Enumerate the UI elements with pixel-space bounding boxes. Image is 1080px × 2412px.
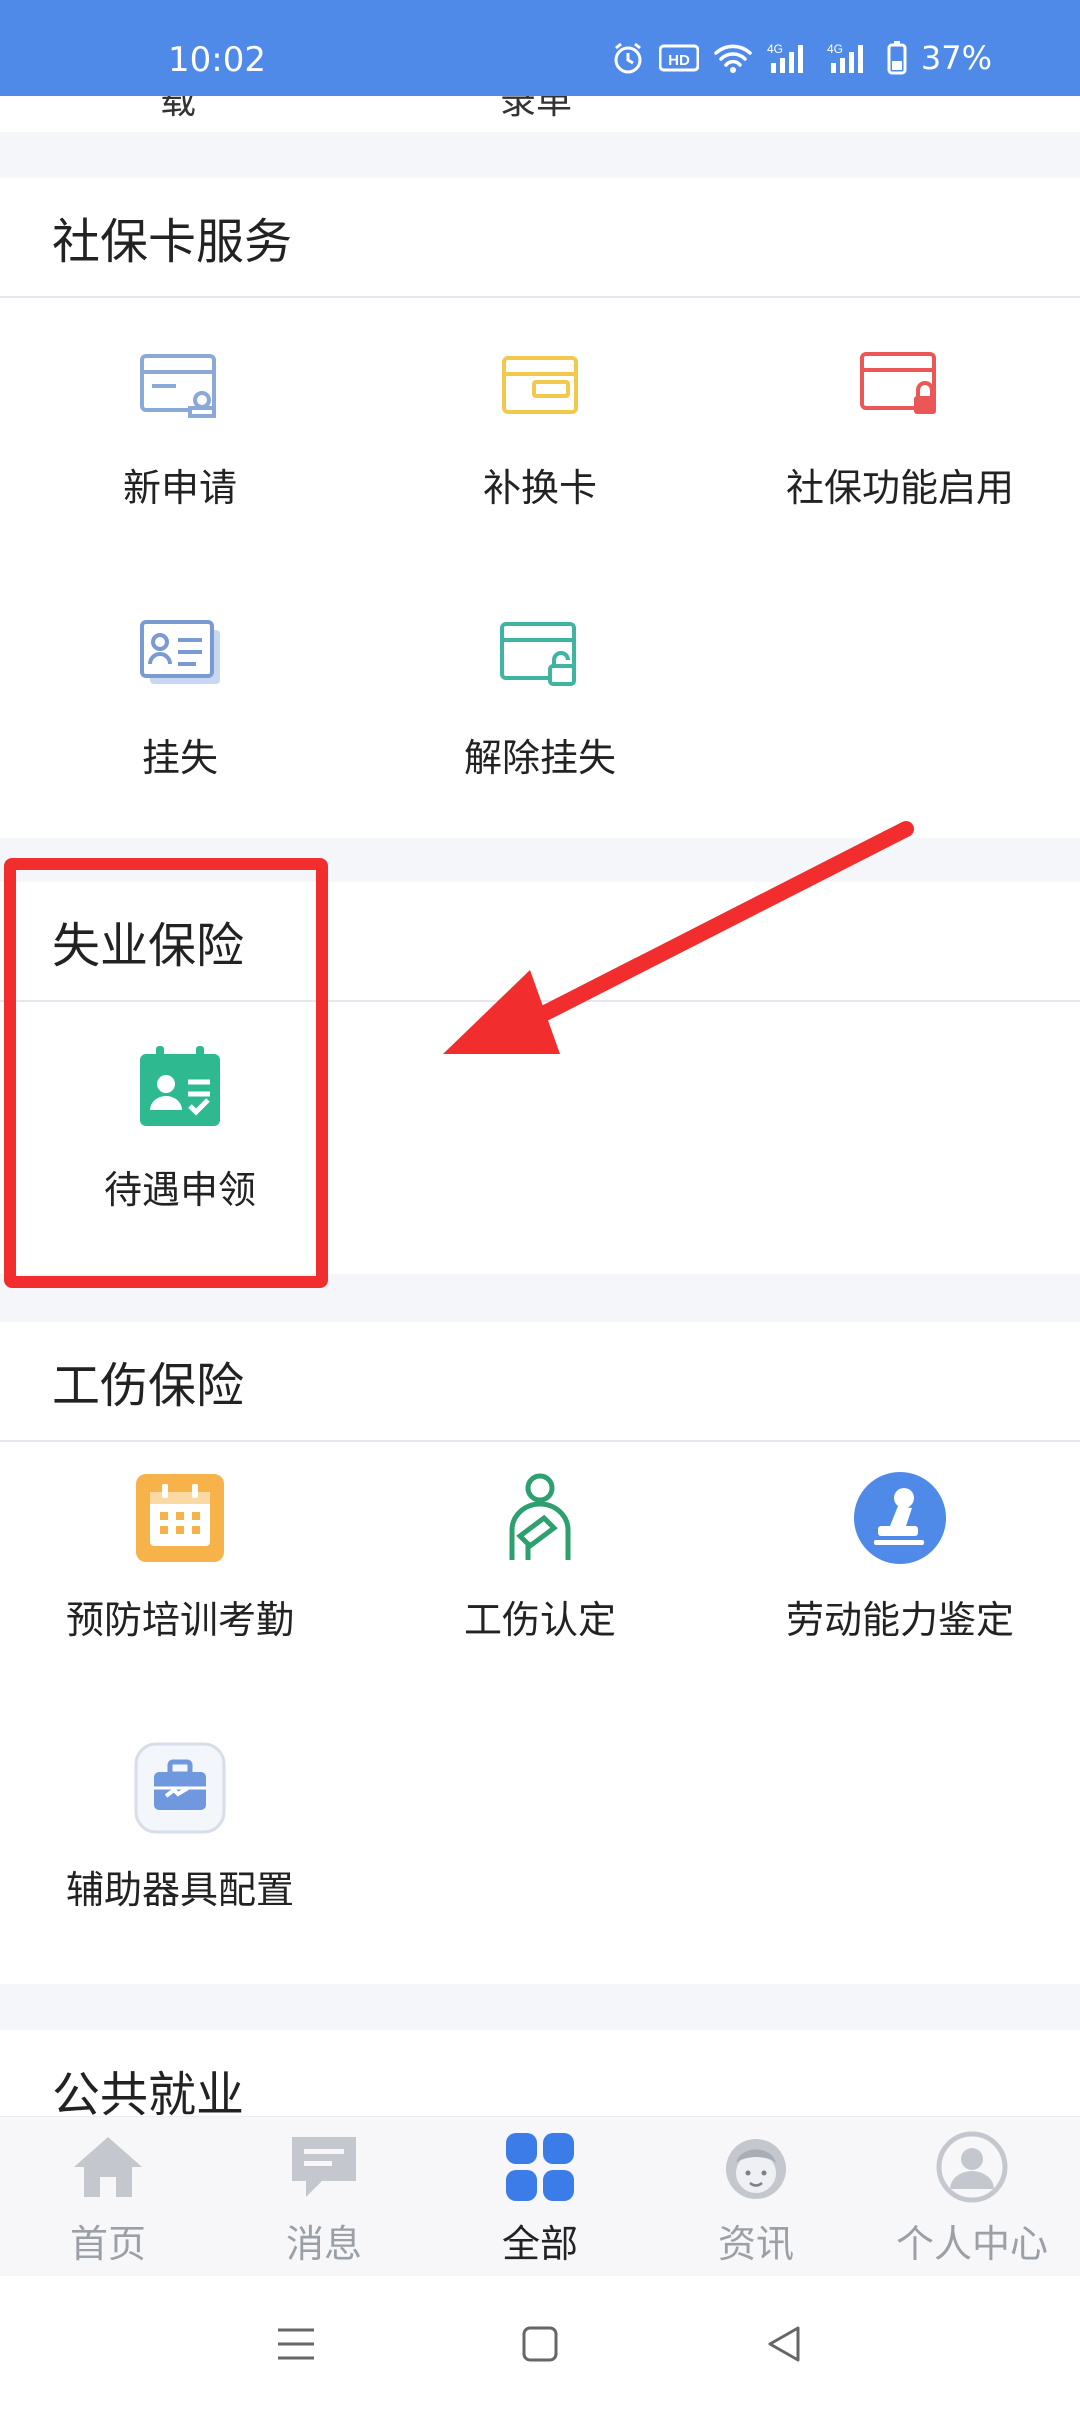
svg-text:4G: 4G bbox=[767, 42, 783, 56]
highlight-box bbox=[4, 858, 328, 1288]
item-new-application[interactable]: 新申请 bbox=[0, 338, 360, 518]
battery-icon bbox=[887, 41, 907, 75]
section-title: 公共就业 bbox=[52, 2067, 245, 2116]
item-card-replacement[interactable]: 补换卡 bbox=[360, 338, 720, 518]
back-icon[interactable] bbox=[762, 2322, 806, 2366]
system-nav-bar bbox=[0, 2276, 1080, 2412]
item-assistive-devices[interactable]: 辅助器具配置 bbox=[0, 1740, 360, 1920]
item-report-loss[interactable]: 挂失 bbox=[0, 608, 360, 788]
tab-label: 首页 bbox=[69, 2222, 146, 2266]
battery-level: 37% bbox=[920, 39, 992, 77]
tab-label: 资讯 bbox=[717, 2222, 794, 2266]
stamp-icon bbox=[854, 1472, 946, 1564]
home-icon bbox=[74, 2137, 142, 2197]
message-icon bbox=[292, 2137, 356, 2197]
tab-profile[interactable]: 个人中心 bbox=[864, 2117, 1080, 2276]
toolbox-icon bbox=[134, 1742, 226, 1834]
signal-4g-icon-2: 4G bbox=[827, 41, 873, 75]
section-public-employment: 公共就业 bbox=[0, 2030, 1080, 2116]
status-time: 10:02 bbox=[168, 40, 266, 80]
user-icon bbox=[936, 2131, 1008, 2203]
item-label: 补换卡 bbox=[482, 466, 597, 510]
card-unlock-icon bbox=[500, 622, 576, 686]
tab-label: 消息 bbox=[285, 2222, 362, 2266]
partial-previous-row: 载 录单 bbox=[0, 96, 1080, 132]
calendar-icon bbox=[136, 1474, 224, 1562]
injured-person-icon bbox=[509, 1473, 571, 1560]
item-label: 新申请 bbox=[122, 466, 237, 510]
partial-label: 载 bbox=[160, 96, 197, 122]
section-title: 社保卡服务 bbox=[0, 178, 1080, 298]
tab-all[interactable]: 全部 bbox=[432, 2117, 648, 2276]
item-cancel-loss[interactable]: 解除挂失 bbox=[360, 608, 720, 788]
signal-4g-icon: 4G bbox=[767, 41, 813, 75]
tab-home[interactable]: 首页 bbox=[0, 2117, 216, 2276]
item-label: 辅助器具配置 bbox=[65, 1868, 294, 1912]
menu-icon[interactable] bbox=[274, 2322, 318, 2366]
scroll-content[interactable]: 载 录单 社保卡服务 新申请 补换卡 社保功能启用 挂失 解除挂失 失业保险 待… bbox=[0, 96, 1080, 2116]
card-stamp-icon bbox=[140, 354, 216, 418]
tab-messages[interactable]: 消息 bbox=[216, 2117, 432, 2276]
item-enable-function[interactable]: 社保功能启用 bbox=[720, 338, 1080, 518]
news-person-icon bbox=[726, 2139, 786, 2199]
item-label: 劳动能力鉴定 bbox=[785, 1598, 1014, 1642]
status-bar: 10:02 HD 4G 4G 37% bbox=[0, 0, 1080, 96]
tab-label: 全部 bbox=[501, 2222, 578, 2266]
alarm-icon bbox=[611, 41, 645, 75]
card-icon bbox=[502, 356, 578, 414]
tab-news[interactable]: 资讯 bbox=[648, 2117, 864, 2276]
partial-label: 录单 bbox=[500, 96, 573, 122]
bottom-tab-bar: 首页 消息 全部 资讯 个人中心 bbox=[0, 2116, 1080, 2276]
id-card-icon bbox=[140, 620, 220, 684]
card-lock-icon bbox=[860, 352, 936, 414]
home-square-icon[interactable] bbox=[518, 2322, 562, 2366]
grid-icon bbox=[506, 2133, 574, 2201]
item-label: 挂失 bbox=[141, 736, 218, 780]
item-label: 解除挂失 bbox=[463, 736, 616, 780]
section-social-card: 社保卡服务 新申请 补换卡 社保功能启用 挂失 解除挂失 bbox=[0, 178, 1080, 838]
item-label: 工伤认定 bbox=[463, 1598, 616, 1642]
item-training-attendance[interactable]: 预防培训考勤 bbox=[0, 1470, 360, 1650]
hd-icon: HD bbox=[658, 43, 699, 73]
svg-text:HD: HD bbox=[668, 52, 690, 69]
section-work-injury: 工伤保险 预防培训考勤 工伤认定 劳动能力鉴定 辅助器具配置 bbox=[0, 1322, 1080, 1984]
section-title: 工伤保险 bbox=[0, 1322, 1080, 1442]
svg-text:4G: 4G bbox=[827, 42, 843, 56]
app-screen: 10:02 HD 4G 4G 37% 载 录单 社保卡服务 新申请 补换卡 社保… bbox=[0, 0, 1080, 2412]
item-ability-appraisal[interactable]: 劳动能力鉴定 bbox=[720, 1470, 1080, 1650]
item-label: 预防培训考勤 bbox=[65, 1598, 294, 1642]
wifi-icon bbox=[713, 42, 753, 74]
tab-label: 个人中心 bbox=[895, 2222, 1048, 2266]
status-icons: HD 4G 4G 37% bbox=[611, 38, 992, 78]
item-label: 社保功能启用 bbox=[785, 466, 1014, 510]
item-injury-identification[interactable]: 工伤认定 bbox=[360, 1470, 720, 1650]
